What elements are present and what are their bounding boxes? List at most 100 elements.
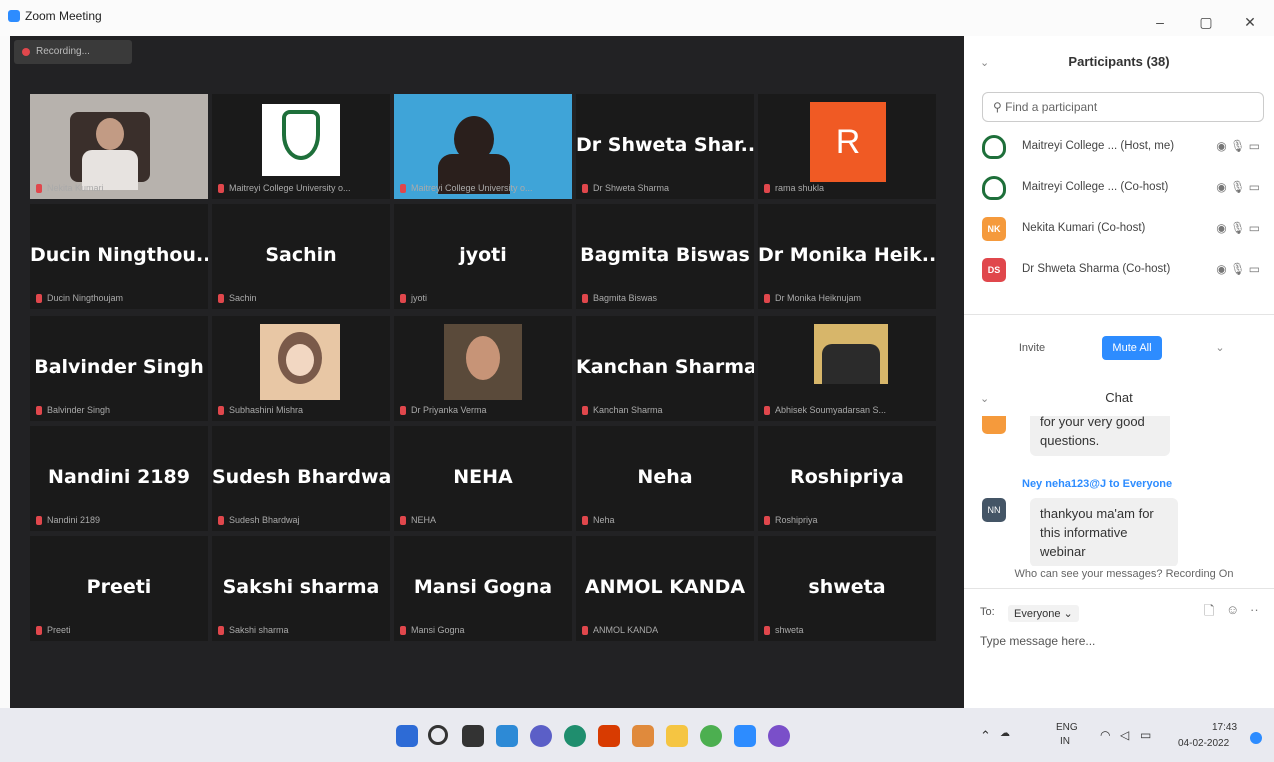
recording-indicator[interactable]: Recording...: [14, 40, 132, 64]
zoom-taskbar-icon[interactable]: [734, 725, 756, 747]
pinned-app-icon[interactable]: [700, 725, 722, 747]
participant-tile[interactable]: Nekita Kumari: [30, 94, 208, 199]
search-icon[interactable]: [428, 725, 448, 745]
mic-muted-icon: [582, 294, 588, 303]
participant-tile[interactable]: Bagmita Biswas Bagmita Biswas: [576, 204, 754, 309]
participant-label: Subhashini Mishra: [218, 405, 303, 415]
participant-tile[interactable]: Abhisek Soumyadarsan S...: [758, 316, 936, 421]
widgets-icon[interactable]: [496, 725, 518, 747]
task-view-icon[interactable]: [462, 725, 484, 747]
participant-tile[interactable]: Preeti Preeti: [30, 536, 208, 641]
participant-label: Neha: [582, 515, 615, 525]
more-options-icon[interactable]: ⌄: [1208, 336, 1232, 360]
language-label[interactable]: ENG: [1056, 722, 1078, 733]
chat-privacy-notice[interactable]: Who can see your messages? Recording On: [984, 568, 1264, 580]
microphone-icon[interactable]: 🎙: [1230, 221, 1245, 235]
edge-icon[interactable]: [564, 725, 586, 747]
pinned-app-icon[interactable]: [632, 725, 654, 747]
microphone-icon[interactable]: 🎙: [1230, 262, 1245, 276]
mic-muted-icon: [400, 626, 406, 635]
more-icon[interactable]: ··: [1250, 602, 1259, 617]
office-icon[interactable]: [598, 725, 620, 747]
cloud-icon[interactable]: ☁: [1000, 728, 1010, 739]
chrome-icon[interactable]: [768, 725, 790, 747]
participant-tile[interactable]: Rrama shukla: [758, 94, 936, 199]
chat-input[interactable]: Type message here...: [980, 634, 1095, 648]
chat-title: Chat: [1105, 390, 1133, 405]
participant-name: jyoti: [411, 292, 428, 303]
file-explorer-icon[interactable]: [666, 725, 688, 747]
windows-start-icon[interactable]: [396, 725, 418, 747]
camera-icon[interactable]: ▭: [1249, 180, 1260, 194]
participant-name: Sachin: [229, 292, 257, 303]
video-icon[interactable]: ◉: [1216, 139, 1226, 153]
avatar: R: [810, 102, 886, 182]
minimize-button[interactable]: –: [1150, 14, 1170, 30]
notification-icon[interactable]: [1250, 732, 1262, 744]
participant-tile[interactable]: Sachin Sachin: [212, 204, 390, 309]
mic-muted-icon: [764, 406, 770, 415]
mute-all-button[interactable]: Mute All: [1102, 336, 1162, 360]
participant-name-large: Kanchan Sharma: [576, 356, 754, 378]
camera-icon[interactable]: ▭: [1249, 139, 1260, 153]
invite-button[interactable]: Invite: [1004, 336, 1060, 360]
maximize-button[interactable]: ▢: [1196, 14, 1216, 31]
volume-icon[interactable]: ◁: [1120, 728, 1129, 742]
participant-label: Nandini 2189: [36, 515, 100, 525]
participant-tile[interactable]: shweta shweta: [758, 536, 936, 641]
participant-name-large: Mansi Gogna: [413, 576, 553, 598]
window-title: Zoom Meeting: [25, 9, 102, 23]
video-icon[interactable]: ◉: [1216, 180, 1226, 194]
camera-icon[interactable]: ▭: [1249, 262, 1260, 276]
participant-tile[interactable]: Dr Monika Heik... Dr Monika Heiknujam: [758, 204, 936, 309]
chevron-up-icon[interactable]: ⌃: [980, 728, 991, 744]
participant-tile[interactable]: Subhashini Mishra: [212, 316, 390, 421]
participant-tile[interactable]: Maitreyi College University o...: [394, 94, 572, 199]
participant-search-input[interactable]: ⚲ Find a participant: [982, 92, 1264, 122]
participant-name: Kanchan Sharma: [593, 404, 663, 415]
emoji-icon[interactable]: ☺: [1226, 602, 1239, 617]
microphone-icon[interactable]: 🎙: [1230, 180, 1245, 194]
participant-name-large: Sudesh Bhardwaj: [212, 466, 390, 488]
participant-tile[interactable]: Ducin Ningthou... Ducin Ningthoujam: [30, 204, 208, 309]
participant-name: Sudesh Bhardwaj: [229, 514, 300, 525]
divider: [964, 588, 1274, 589]
participant-tile[interactable]: Sudesh Bhardwaj Sudesh Bhardwaj: [212, 426, 390, 531]
chat-app-icon[interactable]: [530, 725, 552, 747]
participant-tile[interactable]: Roshipriya Roshipriya: [758, 426, 936, 531]
participant-tile[interactable]: Maitreyi College University o...: [212, 94, 390, 199]
profile-picture: [814, 324, 888, 384]
participant-label: Sachin: [218, 293, 257, 303]
participant-tile[interactable]: Dr Shweta Shar... Dr Shweta Sharma: [576, 94, 754, 199]
clock-time[interactable]: 17:43: [1212, 722, 1237, 733]
participant-row[interactable]: DS Dr Shweta Sharma (Co-host) ◉ 🎙 ▭: [982, 255, 1264, 285]
participant-tile[interactable]: Sakshi sharma Sakshi sharma: [212, 536, 390, 641]
mic-muted-icon: [218, 184, 224, 193]
close-button[interactable]: ✕: [1240, 14, 1260, 31]
participant-tile[interactable]: NEHA NEHA: [394, 426, 572, 531]
participant-tile[interactable]: ANMOL KANDA ANMOL KANDA: [576, 536, 754, 641]
participant-tile[interactable]: Kanchan Sharma Kanchan Sharma: [576, 316, 754, 421]
microphone-icon[interactable]: 🎙: [1230, 139, 1245, 153]
participant-tile[interactable]: Neha Neha: [576, 426, 754, 531]
wifi-icon[interactable]: ◠: [1100, 728, 1110, 742]
participant-tile[interactable]: Nandini 2189 Nandini 2189: [30, 426, 208, 531]
camera-icon[interactable]: ▭: [1249, 221, 1260, 235]
participant-row[interactable]: Maitreyi College ... (Host, me) ◉ 🎙 ▭: [982, 132, 1264, 162]
battery-icon[interactable]: ▭: [1140, 728, 1151, 742]
file-icon[interactable]: 🗋: [1204, 602, 1214, 624]
recipient-select[interactable]: Everyone ⌄: [1008, 605, 1079, 622]
video-icon[interactable]: ◉: [1216, 262, 1226, 276]
participant-row[interactable]: Maitreyi College ... (Co-host) ◉ 🎙 ▭: [982, 173, 1264, 203]
video-icon[interactable]: ◉: [1216, 221, 1226, 235]
participant-label: rama shukla: [764, 183, 824, 193]
participant-tile[interactable]: Balvinder Singh Balvinder Singh: [30, 316, 208, 421]
participant-tile[interactable]: jyoti jyoti: [394, 204, 572, 309]
participant-row[interactable]: NK Nekita Kumari (Co-host) ◉ 🎙 ▭: [982, 214, 1264, 244]
zoom-logo-icon: [8, 10, 20, 22]
participant-tile[interactable]: Mansi Gogna Mansi Gogna: [394, 536, 572, 641]
mic-muted-icon: [582, 184, 588, 193]
participant-tile[interactable]: Dr Priyanka Verma: [394, 316, 572, 421]
mic-muted-icon: [764, 626, 770, 635]
participant-row-name: Nekita Kumari (Co-host): [1022, 222, 1146, 234]
